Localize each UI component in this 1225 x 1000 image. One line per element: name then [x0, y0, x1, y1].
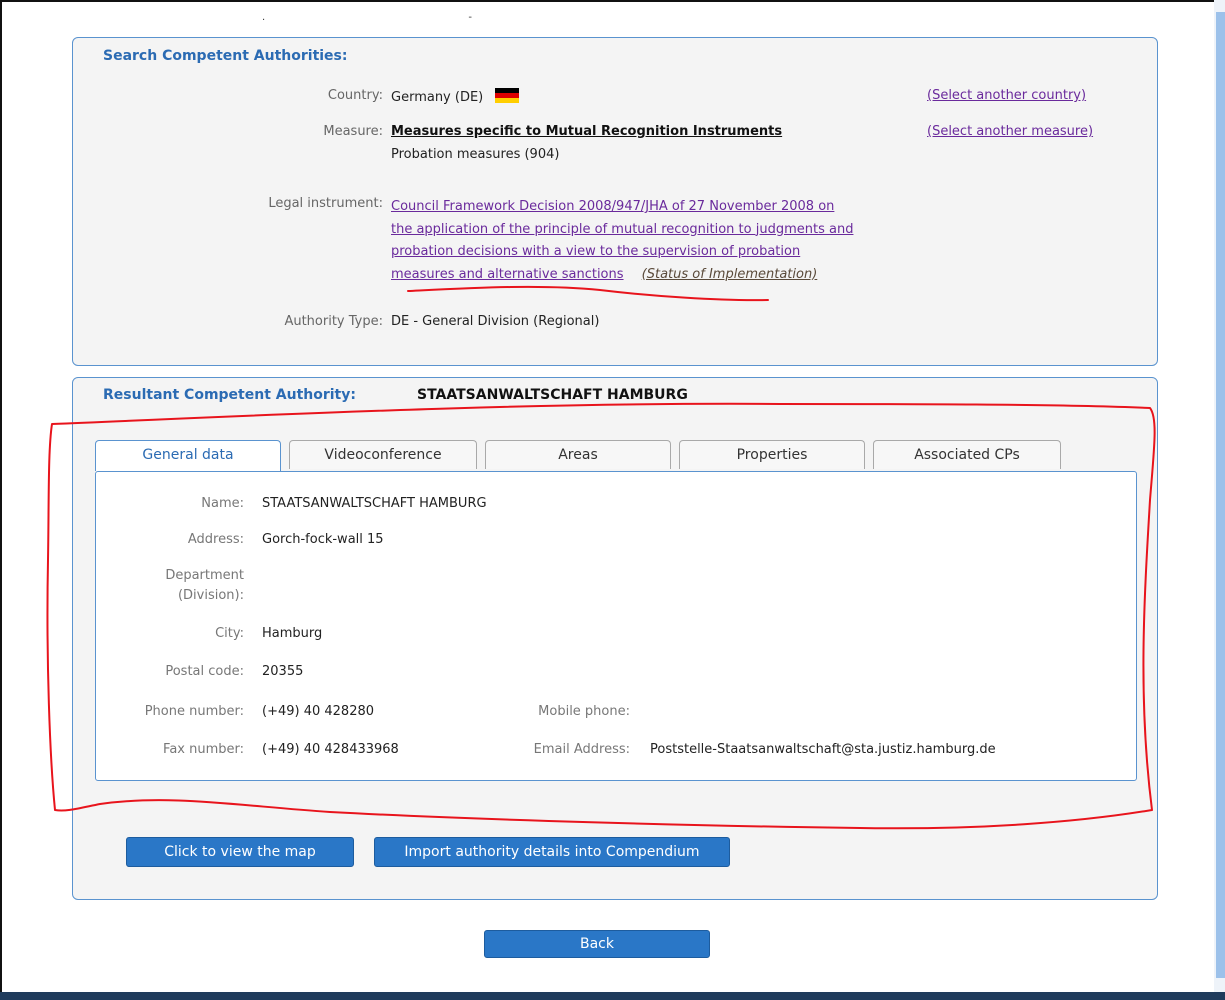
- measure-value[interactable]: Measures specific to Mutual Recognition …: [391, 124, 782, 139]
- general-data-panel: Name: STAATSANWALTSCHAFT HAMBURG Address…: [95, 471, 1137, 781]
- search-panel-title: Search Competent Authorities:: [103, 48, 348, 64]
- city-label: City:: [215, 626, 244, 641]
- window-left-border: [0, 0, 2, 1000]
- select-measure-link[interactable]: (Select another measure): [927, 124, 1093, 139]
- top-marks: . -: [262, 12, 572, 23]
- legal-instrument-link-line-4[interactable]: measures and alternative sanctions: [391, 267, 624, 282]
- status-of-implementation-link[interactable]: (Status of Implementation): [642, 267, 818, 282]
- country-value: Germany (DE): [391, 90, 484, 105]
- address-label: Address:: [187, 532, 244, 547]
- legal-instrument-label: Legal instrument:: [268, 196, 383, 211]
- footer-bar: [0, 992, 1225, 1000]
- scrollbar[interactable]: [1214, 0, 1225, 1000]
- back-button[interactable]: Back: [484, 930, 710, 958]
- view-map-button[interactable]: Click to view the map: [126, 837, 354, 867]
- department-label-line-1: Department: [165, 568, 244, 583]
- department-label: Department (Division):: [96, 566, 244, 606]
- resultant-authority-name: STAATSANWALTSCHAFT HAMBURG: [417, 387, 688, 403]
- country-value-row: Germany (DE): [391, 88, 520, 105]
- tab-general-data[interactable]: General data: [95, 440, 281, 471]
- legal-instrument-link-line-1[interactable]: Council Framework Decision 2008/947/JHA …: [391, 199, 834, 214]
- tab-associated-cps[interactable]: Associated CPs: [873, 440, 1061, 469]
- email-label: Email Address:: [533, 742, 630, 757]
- import-authority-button[interactable]: Import authority details into Compendium: [374, 837, 730, 867]
- scrollbar-track[interactable]: [1216, 12, 1225, 978]
- authority-type-label: Authority Type:: [284, 314, 383, 329]
- name-value: STAATSANWALTSCHAFT HAMBURG: [262, 496, 487, 511]
- legal-instrument-link-line-2[interactable]: the application of the principle of mutu…: [391, 222, 853, 237]
- result-panel: Resultant Competent Authority: STAATSANW…: [72, 377, 1158, 900]
- city-value: Hamburg: [262, 626, 323, 641]
- phone-label: Phone number:: [144, 704, 244, 719]
- authority-type-value: DE - General Division (Regional): [391, 314, 600, 329]
- country-label: Country:: [327, 88, 383, 103]
- tab-videoconference[interactable]: Videoconference: [289, 440, 477, 469]
- result-panel-title: Resultant Competent Authority:: [103, 387, 356, 403]
- tab-properties[interactable]: Properties: [679, 440, 865, 469]
- measure-sub: Probation measures (904): [391, 147, 560, 162]
- select-country-link[interactable]: (Select another country): [927, 88, 1086, 103]
- window-top-border: [0, 0, 1225, 2]
- tab-areas[interactable]: Areas: [485, 440, 671, 469]
- name-label: Name:: [201, 496, 244, 511]
- search-panel: Search Competent Authorities: Country: G…: [72, 37, 1158, 366]
- measure-label: Measure:: [323, 124, 383, 139]
- email-value: Poststelle-Staatsanwaltschaft@sta.justiz…: [650, 742, 996, 757]
- legal-instrument-block: Council Framework Decision 2008/947/JHA …: [391, 196, 853, 286]
- germany-flag-icon: [495, 88, 520, 103]
- address-value: Gorch-fock-wall 15: [262, 532, 384, 547]
- legal-instrument-link-line-3[interactable]: probation decisions with a view to the s…: [391, 244, 800, 259]
- phone-value: (+49) 40 428280: [262, 704, 375, 719]
- postal-code-label: Postal code:: [165, 664, 244, 679]
- postal-code-value: 20355: [262, 664, 304, 679]
- mobile-phone-label: Mobile phone:: [538, 704, 630, 719]
- fax-label: Fax number:: [163, 742, 244, 757]
- fax-value: (+49) 40 428433968: [262, 742, 399, 757]
- department-label-line-2: (Division):: [177, 588, 244, 603]
